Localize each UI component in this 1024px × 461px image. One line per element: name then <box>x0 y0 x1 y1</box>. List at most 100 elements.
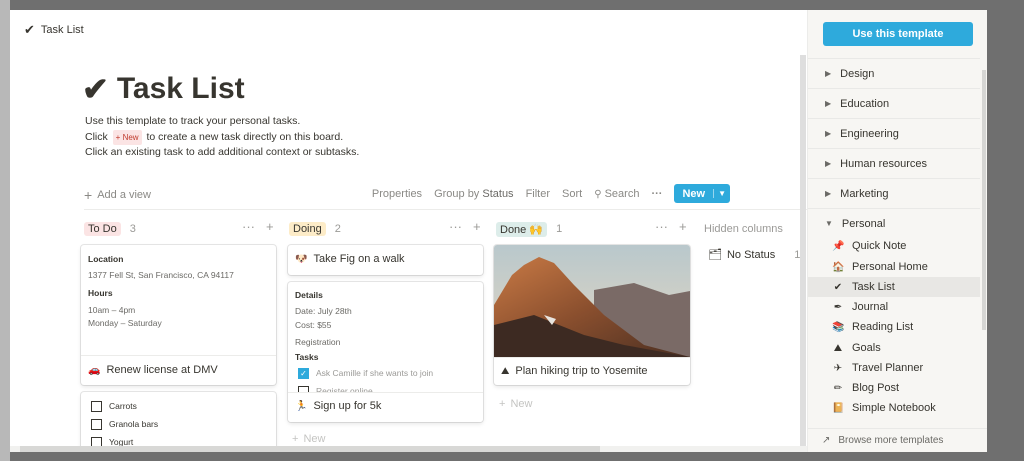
sidebar-scrollbar[interactable] <box>982 70 986 330</box>
date-value: Date: July 28th <box>295 306 352 316</box>
category-education[interactable]: ▶ Education <box>808 88 980 118</box>
more-icon[interactable]: ··· <box>449 219 462 234</box>
chevron-down-icon[interactable]: ▼ <box>713 189 730 198</box>
template-quick-note[interactable]: 📌 Quick Note <box>808 236 980 256</box>
breadcrumb[interactable]: ✔ Task List <box>24 22 84 38</box>
card-title: ⛰ Plan hiking trip to Yosemite <box>501 365 648 377</box>
column-header-todo[interactable]: To Do 3 <box>84 221 136 237</box>
sort-button[interactable]: Sort <box>562 188 582 200</box>
template-journal[interactable]: ✒ Journal <box>808 297 980 317</box>
add-view-button[interactable]: + Add a view <box>84 187 151 203</box>
checklist-label: Granola bars <box>109 419 159 429</box>
pen-icon: ✒ <box>833 301 843 313</box>
checklist-item[interactable]: Granola bars <box>91 419 159 431</box>
hidden-column-no-status[interactable]: 🗂 No Status 1 <box>708 248 800 262</box>
new-button[interactable]: New ▼ <box>674 184 730 203</box>
category-personal[interactable]: ▼ Personal <box>808 208 980 238</box>
column-count: 2 <box>334 223 341 235</box>
category-engineering[interactable]: ▶ Engineering <box>808 118 980 148</box>
category-design[interactable]: ▶ Design <box>808 58 980 88</box>
column-tag: Doing <box>289 222 326 236</box>
card-title: 🐶 Take Fig on a walk <box>295 253 405 265</box>
more-options-button[interactable]: ··· <box>651 188 662 200</box>
location-label: Location <box>88 254 124 264</box>
card-renew-license[interactable]: Location 1377 Fell St, San Francisco, CA… <box>81 245 276 385</box>
column-tag: To Do <box>84 222 121 236</box>
plus-icon[interactable]: + <box>473 219 481 234</box>
category-label: Education <box>840 97 890 110</box>
registration-label: Registration <box>295 337 341 347</box>
horizontal-scrollbar[interactable] <box>10 446 807 452</box>
category-label: Human resources <box>840 157 927 170</box>
checkbox-checked[interactable]: ✓ <box>298 368 309 380</box>
properties-button[interactable]: Properties <box>372 188 422 200</box>
more-icon[interactable]: ··· <box>242 219 255 234</box>
template-preview: ✔ Task List ✔ Task List Use this templat… <box>10 10 807 452</box>
template-blog-post[interactable]: ✏ Blog Post <box>808 378 980 398</box>
column-header-doing[interactable]: Doing 2 <box>289 221 341 237</box>
card-title-text: Sign up for 5k <box>313 400 382 412</box>
notebook-icon: 📔 <box>832 402 845 414</box>
plus-icon[interactable]: + <box>679 219 687 234</box>
checklist-label: Carrots <box>109 401 137 411</box>
browse-more-templates-link[interactable]: ↗ Browse more templates <box>808 428 987 446</box>
add-view-label: Add a view <box>97 189 151 201</box>
group-by-label: Group by <box>434 187 480 200</box>
card-title-text: Take Fig on a walk <box>313 253 405 265</box>
template-modal: ✔ Task List ✔ Task List Use this templat… <box>10 10 987 452</box>
description-line: Use this template to track your personal… <box>85 115 301 127</box>
arrow-up-right-icon: ↗ <box>822 435 831 446</box>
background-app-strip <box>0 0 10 461</box>
use-template-button[interactable]: Use this template <box>823 22 973 46</box>
plus-icon[interactable]: + <box>266 219 274 234</box>
details-label: Details <box>295 290 323 300</box>
triangle-right-icon: ▶ <box>825 129 832 138</box>
template-label: Blog Post <box>852 382 900 394</box>
filter-button[interactable]: Filter <box>526 188 550 200</box>
add-new-doing[interactable]: + New <box>292 433 325 445</box>
search-button[interactable]: ⚲ Search <box>594 188 639 200</box>
card-sign-up-5k[interactable]: Details Date: July 28th Cost: $55 Regist… <box>288 282 483 422</box>
browse-more-label: Browse more templates <box>838 435 944 446</box>
page-description: Use this template to track your personal… <box>85 114 359 161</box>
divider <box>494 357 690 358</box>
checkmark-icon: ✔ <box>833 281 843 293</box>
column-tag: Done 🙌 <box>496 221 548 237</box>
checklist-item[interactable]: ✓ Ask Camille if she wants to join <box>298 368 434 380</box>
template-simple-notebook[interactable]: 📔 Simple Notebook <box>808 398 980 418</box>
card-groceries[interactable]: Carrots Granola bars Yogurt <box>81 392 276 452</box>
checkbox[interactable] <box>91 419 102 431</box>
checklist-item[interactable]: Carrots <box>91 401 137 413</box>
vertical-scrollbar[interactable] <box>800 55 806 452</box>
books-icon: 📚 <box>832 321 845 333</box>
hours-value: 10am – 4pm <box>88 305 136 315</box>
more-icon[interactable]: ··· <box>655 219 668 234</box>
category-marketing[interactable]: ▶ Marketing <box>808 178 980 208</box>
card-title-text: Renew license at DMV <box>106 364 218 376</box>
breadcrumb-label: Task List <box>40 24 84 36</box>
triangle-right-icon: ▶ <box>825 99 832 108</box>
description-line: Click an existing task to add additional… <box>85 146 360 158</box>
add-new-done[interactable]: + New <box>499 398 532 410</box>
template-reading-list[interactable]: 📚 Reading List <box>808 317 980 337</box>
card-plan-hiking[interactable]: ⛰ Plan hiking trip to Yosemite <box>494 245 690 385</box>
page-title-text: Task List <box>116 72 245 105</box>
group-by-button[interactable]: Group by Status <box>434 188 514 200</box>
car-icon: 🚗 <box>88 364 101 376</box>
template-goals[interactable]: ⛰ Goals <box>808 338 980 358</box>
column-actions: ··· + <box>655 219 687 234</box>
category-human-resources[interactable]: ▶ Human resources <box>808 148 980 178</box>
card-take-fig[interactable]: 🐶 Take Fig on a walk <box>288 245 483 275</box>
template-travel-planner[interactable]: ✈ Travel Planner <box>808 358 980 378</box>
checkmark-icon: ✔ <box>24 22 35 37</box>
checkbox[interactable] <box>91 401 102 413</box>
checklist-label: Ask Camille if she wants to join <box>316 368 434 378</box>
template-personal-home[interactable]: 🏠 Personal Home <box>808 257 980 277</box>
description-text: Click <box>85 130 108 143</box>
template-task-list[interactable]: ✔ Task List <box>808 277 980 297</box>
new-button-label: New <box>682 187 706 200</box>
template-sidebar: Use this template ▶ Design ▶ Education ▶ En… <box>807 10 987 452</box>
pencil-icon: ✏ <box>833 382 843 394</box>
column-header-done[interactable]: Done 🙌 1 <box>496 221 562 237</box>
scrollbar-thumb[interactable] <box>20 446 600 452</box>
